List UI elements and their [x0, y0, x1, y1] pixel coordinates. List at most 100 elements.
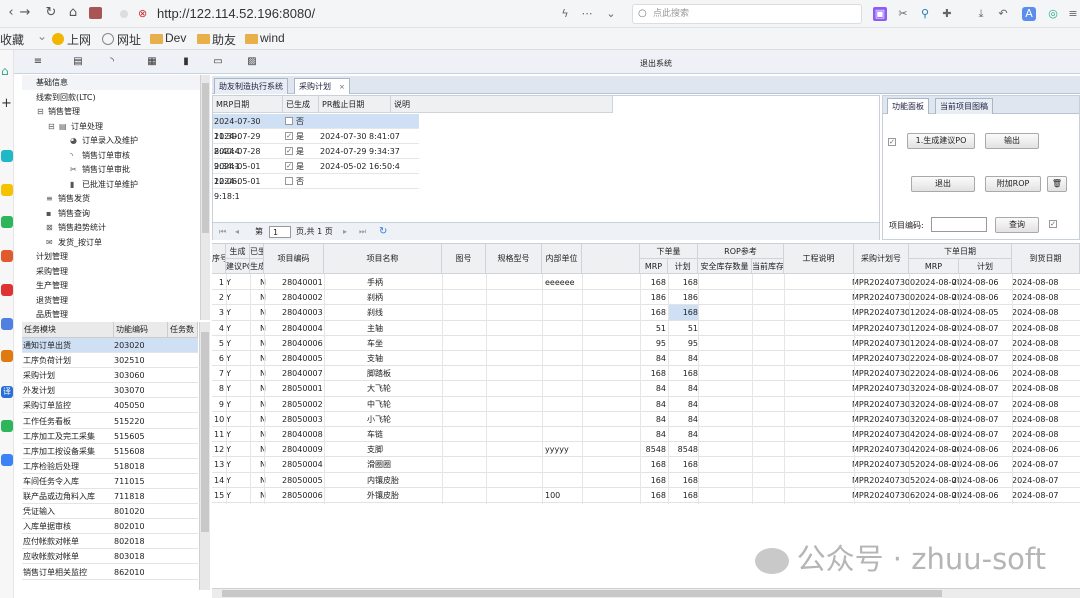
- table-row[interactable]: 2024-07-30 11:39: 否: [213, 114, 419, 141]
- grid-cell[interactable]: 2024-08-08: [1012, 412, 1078, 427]
- grid-cell[interactable]: 14: [214, 473, 224, 488]
- header-pr-deadline[interactable]: PR截止日期: [319, 96, 391, 113]
- grid-cell[interactable]: MPR2024073002024-08-07: [852, 275, 958, 290]
- list-item[interactable]: 采购计划 303060: [22, 368, 198, 384]
- subheader-plandate[interactable]: 计划: [959, 259, 1012, 274]
- grid-cell[interactable]: 内镶皮胎: [367, 473, 437, 488]
- grid-cell[interactable]: 7: [214, 366, 224, 381]
- grid-cell[interactable]: 2024-08-08: [1012, 351, 1078, 366]
- app-icon[interactable]: [1, 284, 13, 296]
- query-button[interactable]: 查询: [995, 217, 1039, 233]
- grid-cell[interactable]: 28040005: [282, 351, 342, 366]
- table-row[interactable]: 2024-05-01 12:06: ✓ 是 2024-05-02 16:50:4: [213, 159, 419, 186]
- grid-cell[interactable]: 2024-08-08: [1012, 290, 1078, 305]
- grid-cell[interactable]: 2024-08-07: [952, 427, 1010, 442]
- grid-cell[interactable]: 84: [668, 381, 698, 396]
- grid-cell[interactable]: 2024-08-07: [952, 336, 1010, 351]
- plugin-icon[interactable]: ▣: [873, 7, 887, 21]
- grid-cell[interactable]: MPR2024073022024-08-07: [852, 351, 958, 366]
- grid-cell[interactable]: 168: [640, 488, 666, 503]
- grid-hscrollbar[interactable]: [212, 588, 1080, 598]
- grid-cell[interactable]: 28050003: [282, 412, 342, 427]
- image-icon[interactable]: ▨: [246, 56, 258, 68]
- grid-cell[interactable]: N: [260, 321, 270, 336]
- po-checkbox[interactable]: [285, 177, 293, 185]
- app-icon[interactable]: [1, 420, 13, 432]
- grid-cell[interactable]: Y: [226, 488, 236, 503]
- header-description[interactable]: 说明: [391, 96, 613, 113]
- grid-cell[interactable]: 168: [640, 457, 666, 472]
- delete-icon[interactable]: 🗑: [1047, 176, 1067, 192]
- grid-cell[interactable]: 28040006: [282, 336, 342, 351]
- header-po[interactable]: 已生: [250, 244, 264, 259]
- grid-cell[interactable]: Y: [226, 366, 236, 381]
- table-row[interactable]: 2024-07-29 8:40:4 ✓ 是 2024-07-30 8:41:07: [213, 129, 419, 156]
- rss-icon[interactable]: ◝: [106, 56, 118, 68]
- table-row[interactable]: 12 Y N 28040009 支脚 yyyyy 8548 8548 MPR2024073042…: [212, 442, 1080, 458]
- grid-cell[interactable]: N: [260, 351, 270, 366]
- home-icon[interactable]: ⌂: [64, 5, 82, 20]
- grid-cell[interactable]: 8: [214, 381, 224, 396]
- grid-cell[interactable]: MPR2024073012024-08-07: [852, 305, 958, 320]
- header-gen[interactable]: 生成: [226, 244, 250, 259]
- grid-cell[interactable]: 13: [214, 457, 224, 472]
- header-orderdate[interactable]: 下单日期: [909, 244, 1012, 259]
- undo-icon[interactable]: ↶: [996, 7, 1010, 21]
- header-task-count[interactable]: 任务数(多: [168, 322, 198, 350]
- calendar-icon[interactable]: ▦: [146, 56, 158, 68]
- po-checkbox[interactable]: ✓: [285, 162, 293, 170]
- grid-cell[interactable]: MPR2024073052024-08-07: [852, 473, 958, 488]
- table-row[interactable]: 13 Y N 28050004 滑圈圈 168 168 MPR2024073052024-08…: [212, 457, 1080, 473]
- inbox-icon[interactable]: ▭: [212, 56, 224, 68]
- grid-cell[interactable]: MPR2024073012024-08-07: [852, 321, 958, 336]
- grid-cell[interactable]: Y: [226, 397, 236, 412]
- expand-icon[interactable]: ⊟: [48, 119, 55, 134]
- grid-cell[interactable]: 小飞轮: [367, 412, 437, 427]
- sync-icon[interactable]: ◎: [1046, 7, 1060, 21]
- grid-cell[interactable]: 168: [668, 488, 698, 503]
- header-unit[interactable]: 内部单位: [542, 244, 582, 274]
- grid-cell[interactable]: 168: [640, 473, 666, 488]
- ai-icon[interactable]: A: [1022, 7, 1036, 21]
- grid-cell[interactable]: 2024-08-06: [952, 473, 1010, 488]
- grid-cell[interactable]: 51: [640, 321, 666, 336]
- grid-cell[interactable]: 84: [668, 427, 698, 442]
- search-tool-icon[interactable]: ⚲: [918, 7, 932, 21]
- grid-cell[interactable]: MPR2024073042024-08-07: [852, 427, 958, 442]
- grid-cell[interactable]: 28040004: [282, 321, 342, 336]
- list-item[interactable]: 车间任务令入库 711015: [22, 474, 198, 489]
- list-item[interactable]: 应收帐款对帐单 803018: [22, 549, 198, 565]
- grid-cell[interactable]: 168: [668, 305, 698, 321]
- address-bar[interactable]: ⊗ http://122.114.52.196:8080/: [112, 4, 622, 24]
- grid-cell[interactable]: 6: [214, 351, 224, 366]
- grid-cell[interactable]: N: [260, 457, 270, 472]
- grid-cell[interactable]: 2024-08-06: [952, 457, 1010, 472]
- app-icon[interactable]: [1, 350, 13, 362]
- grid-cell[interactable]: 2024-08-08: [1012, 305, 1078, 320]
- prev-page-icon[interactable]: ◂: [235, 223, 239, 241]
- header-rop[interactable]: ROP参考: [698, 244, 784, 259]
- tree-scrollbar[interactable]: [200, 75, 210, 320]
- grid-cell[interactable]: N: [260, 275, 270, 290]
- grid-cell[interactable]: 2024-08-07: [952, 321, 1010, 336]
- grid-cell[interactable]: 2024-08-07: [952, 351, 1010, 366]
- grid-cell[interactable]: MPR2024073022024-08-07: [852, 366, 958, 381]
- table-row[interactable]: 4 Y N 28040004 主轴 51 51 MPR2024073012024-08-07 2…: [212, 321, 1080, 336]
- grid-cell[interactable]: 11: [214, 427, 224, 442]
- grid-cell[interactable]: 28040008: [282, 427, 342, 442]
- chevron-down-icon[interactable]: ⌄: [604, 7, 618, 21]
- grid-cell[interactable]: Y: [226, 442, 236, 457]
- grid-cell[interactable]: 2024-08-08: [1012, 397, 1078, 412]
- page-input[interactable]: 1: [269, 226, 291, 238]
- app-icon[interactable]: [1, 150, 13, 162]
- attach-rop-button[interactable]: 附加ROP: [985, 176, 1041, 192]
- grid-cell[interactable]: 8548: [668, 442, 698, 457]
- grid-cell[interactable]: 车坐: [367, 336, 437, 351]
- tree-item[interactable]: 采购管理: [22, 264, 200, 279]
- tree-item[interactable]: 生产管理: [22, 278, 200, 293]
- grid-cell[interactable]: 2024-08-06: [952, 488, 1010, 503]
- gen-po-checkbox[interactable]: ✓: [888, 138, 896, 146]
- table-row[interactable]: 10 Y N 28050003 小飞轮 84 84 MPR2024073032024-08-0…: [212, 412, 1080, 427]
- list-item[interactable]: 入库单据审核 802010: [22, 519, 198, 535]
- grid-cell[interactable]: 2024-08-07: [952, 397, 1010, 412]
